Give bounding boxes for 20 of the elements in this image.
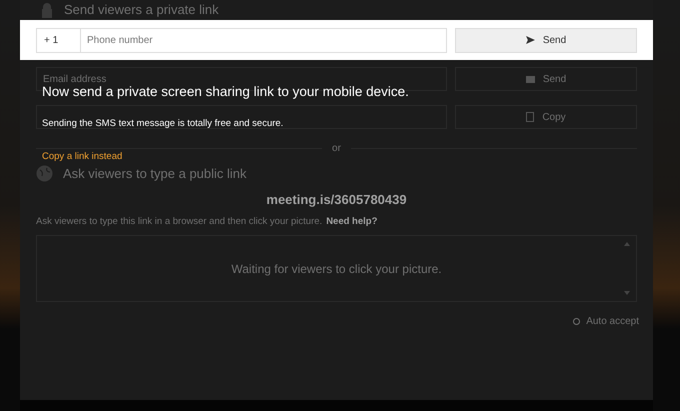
copy-icon — [526, 112, 534, 122]
globe-icon — [36, 165, 53, 182]
auto-accept-checkbox[interactable] — [573, 318, 580, 326]
waiting-message: Waiting for viewers to click your picture. — [231, 260, 442, 278]
instructions-text: Ask viewers to type this link in a browser and then click your picture. — [36, 215, 322, 229]
lock-icon — [40, 2, 54, 18]
section-title: Send viewers a private link — [64, 1, 219, 20]
auto-accept-label: Auto accept — [586, 315, 639, 330]
section-title: Ask viewers to type a public link — [63, 165, 247, 183]
phone-input[interactable]: Phone number — [81, 28, 446, 52]
tour-body: Sending the SMS text message is totally free and secure. — [42, 117, 284, 132]
country-code[interactable]: + 1 — [37, 28, 81, 52]
send-icon — [526, 36, 535, 44]
phone-field[interactable]: + 1 Phone number — [36, 28, 447, 52]
scroll-down-icon — [624, 291, 630, 296]
help-link[interactable]: Need help? — [326, 215, 378, 230]
meeting-url: meeting.is/3605780439 — [266, 190, 407, 209]
envelope-icon — [526, 76, 535, 82]
scroll-up-icon — [624, 242, 630, 246]
send-button[interactable]: Send — [455, 28, 637, 52]
